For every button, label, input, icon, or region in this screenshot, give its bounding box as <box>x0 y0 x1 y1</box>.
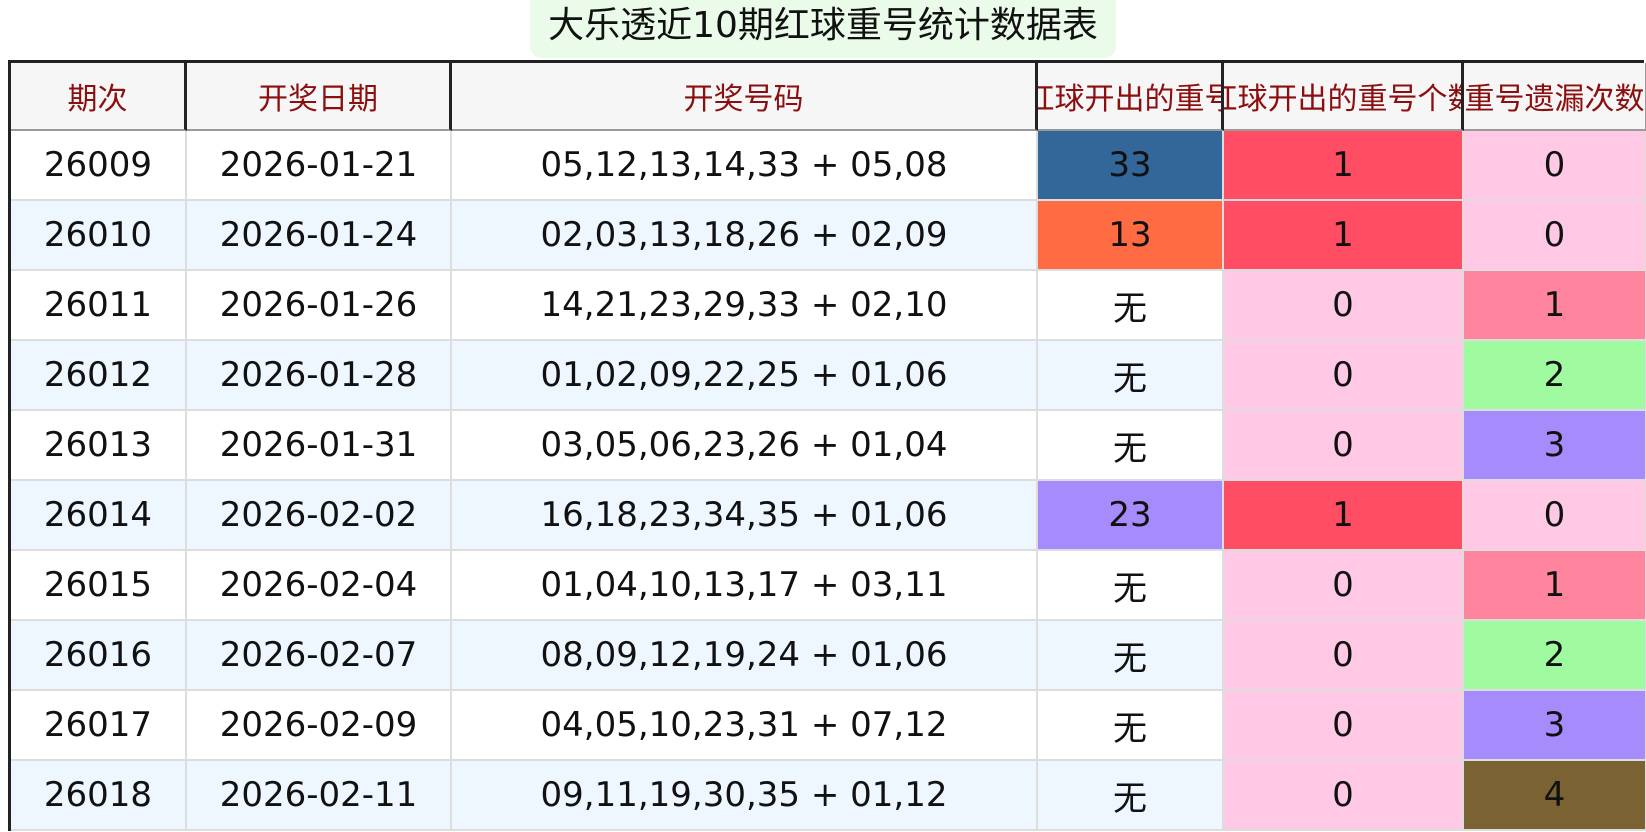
cell-numbers: 01,02,09,22,25 + 01,06 <box>452 341 1038 411</box>
cell-numbers: 02,03,13,18,26 + 02,09 <box>452 201 1038 271</box>
header-repeat-count: 红球开出的重号个数 <box>1224 63 1464 131</box>
cell-period: 26017 <box>11 691 187 761</box>
cell-repeat-numbers: 13 <box>1038 201 1224 271</box>
cell-miss-count: 0 <box>1464 131 1646 201</box>
cell-repeat-numbers: 无 <box>1038 271 1224 341</box>
cell-numbers: 16,18,23,34,35 + 01,06 <box>452 481 1038 551</box>
cell-numbers: 01,04,10,13,17 + 03,11 <box>452 551 1038 621</box>
cell-date: 2026-02-11 <box>187 761 452 831</box>
cell-miss-count: 1 <box>1464 271 1646 341</box>
cell-repeat-count: 0 <box>1224 551 1464 621</box>
cell-repeat-count: 1 <box>1224 201 1464 271</box>
cell-numbers: 04,05,10,23,31 + 07,12 <box>452 691 1038 761</box>
cell-miss-count: 0 <box>1464 201 1646 271</box>
cell-miss-count: 0 <box>1464 481 1646 551</box>
header-repeat-numbers: 红球开出的重号 <box>1038 63 1224 131</box>
cell-repeat-count: 0 <box>1224 691 1464 761</box>
cell-repeat-numbers: 无 <box>1038 621 1224 691</box>
cell-date: 2026-01-28 <box>187 341 452 411</box>
cell-repeat-count: 0 <box>1224 271 1464 341</box>
header-date: 开奖日期 <box>187 63 452 131</box>
cell-repeat-numbers: 无 <box>1038 341 1224 411</box>
header-period: 期次 <box>11 63 187 131</box>
cell-repeat-count: 0 <box>1224 411 1464 481</box>
cell-date: 2026-02-02 <box>187 481 452 551</box>
cell-repeat-numbers: 无 <box>1038 761 1224 831</box>
cell-date: 2026-02-07 <box>187 621 452 691</box>
page-title: 大乐透近10期红球重号统计数据表 <box>530 0 1116 58</box>
header-numbers: 开奖号码 <box>452 63 1038 131</box>
cell-miss-count: 2 <box>1464 621 1646 691</box>
cell-date: 2026-02-04 <box>187 551 452 621</box>
cell-date: 2026-01-26 <box>187 271 452 341</box>
cell-numbers: 08,09,12,19,24 + 01,06 <box>452 621 1038 691</box>
cell-numbers: 05,12,13,14,33 + 05,08 <box>452 131 1038 201</box>
cell-date: 2026-01-21 <box>187 131 452 201</box>
title-wrap: 大乐透近10期红球重号统计数据表 <box>0 0 1646 60</box>
cell-repeat-numbers: 无 <box>1038 551 1224 621</box>
cell-period: 26010 <box>11 201 187 271</box>
cell-repeat-numbers: 无 <box>1038 411 1224 481</box>
cell-repeat-numbers: 33 <box>1038 131 1224 201</box>
cell-period: 26016 <box>11 621 187 691</box>
cell-period: 26013 <box>11 411 187 481</box>
cell-repeat-numbers: 无 <box>1038 691 1224 761</box>
cell-miss-count: 3 <box>1464 691 1646 761</box>
cell-numbers: 03,05,06,23,26 + 01,04 <box>452 411 1038 481</box>
cell-period: 26014 <box>11 481 187 551</box>
cell-repeat-count: 1 <box>1224 481 1464 551</box>
cell-miss-count: 3 <box>1464 411 1646 481</box>
cell-repeat-numbers: 23 <box>1038 481 1224 551</box>
cell-numbers: 09,11,19,30,35 + 01,12 <box>452 761 1038 831</box>
cell-period: 26009 <box>11 131 187 201</box>
stats-table: 期次 开奖日期 开奖号码 红球开出的重号 红球开出的重号个数 重号遗漏次数 26… <box>8 60 1646 831</box>
cell-miss-count: 1 <box>1464 551 1646 621</box>
cell-date: 2026-02-09 <box>187 691 452 761</box>
cell-period: 26018 <box>11 761 187 831</box>
cell-repeat-count: 0 <box>1224 761 1464 831</box>
cell-numbers: 14,21,23,29,33 + 02,10 <box>452 271 1038 341</box>
cell-miss-count: 2 <box>1464 341 1646 411</box>
cell-miss-count: 4 <box>1464 761 1646 831</box>
cell-period: 26012 <box>11 341 187 411</box>
cell-date: 2026-01-31 <box>187 411 452 481</box>
cell-period: 26015 <box>11 551 187 621</box>
header-miss-count: 重号遗漏次数 <box>1464 63 1646 131</box>
cell-date: 2026-01-24 <box>187 201 452 271</box>
cell-repeat-count: 1 <box>1224 131 1464 201</box>
cell-period: 26011 <box>11 271 187 341</box>
cell-repeat-count: 0 <box>1224 341 1464 411</box>
cell-repeat-count: 0 <box>1224 621 1464 691</box>
